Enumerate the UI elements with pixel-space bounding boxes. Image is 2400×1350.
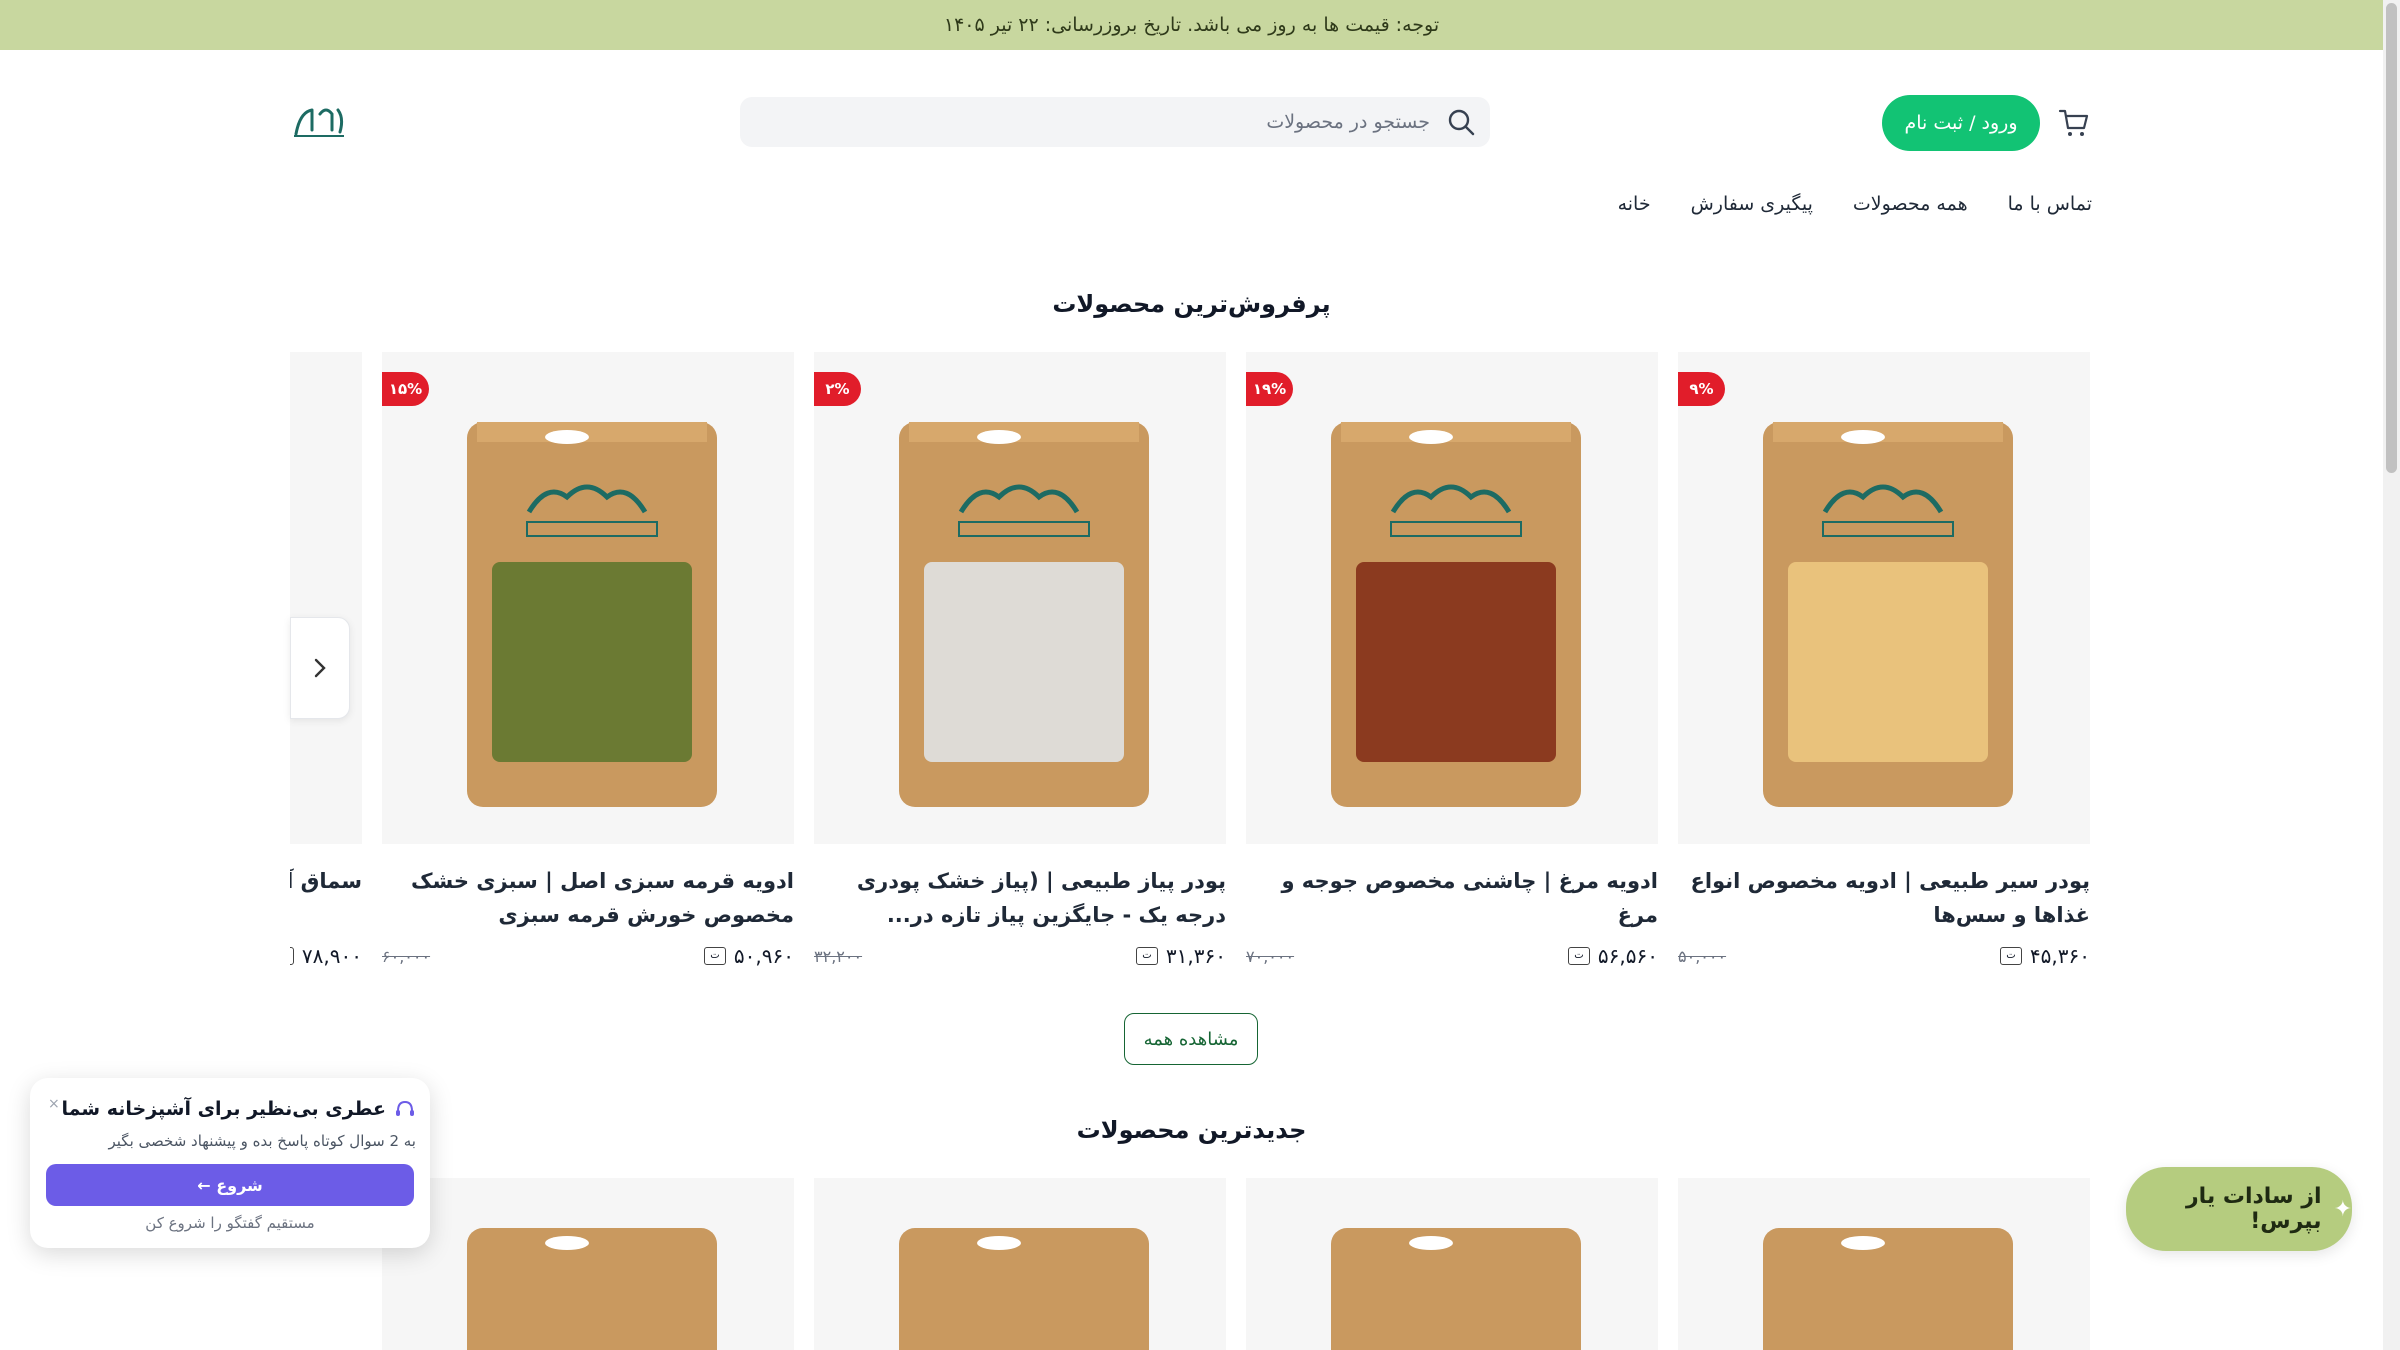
bestsellers-carousel: ۹% پودر سیر طبیعی | ادویه مخصوص انواع غذ…	[290, 352, 2090, 972]
toman-icon: ت	[1135, 947, 1158, 965]
nav-item-all-products[interactable]: همه محصولات	[1853, 193, 1968, 215]
headset-icon	[396, 1100, 414, 1116]
old-price: ۵۰,۰۰۰	[1678, 946, 1727, 966]
product-title[interactable]: ادویه مرغ | چاشنی مخصوص جوجه و مرغ	[1246, 864, 1658, 932]
spice-pouch-image	[467, 422, 717, 807]
sparkle-icon: ✦	[2333, 1196, 2352, 1222]
product-card-onion-powder[interactable]: ۲% پودر پیاز طبیعی | (پیاز خشک پودری درج…	[814, 352, 1226, 968]
search-icon[interactable]	[1446, 107, 1476, 137]
chat-assistant-popup: × عطری بی‌نظیر برای آشپزخانه شما به 2 سو…	[30, 1078, 430, 1248]
login-register-button[interactable]: ورود / ثبت نام	[1882, 95, 2040, 151]
main-nav: خانه پیگیری سفارش همه محصولات تماس با ما	[1618, 193, 2092, 215]
scrollbar-thumb[interactable]	[2386, 3, 2397, 473]
spice-pouch-image	[1763, 422, 2013, 807]
product-card-garlic-powder[interactable]: ۹% پودر سیر طبیعی | ادویه مخصوص انواع غذ…	[1678, 352, 2090, 968]
search-bar[interactable]: جستجو در محصولات	[740, 97, 1490, 147]
cart-icon[interactable]	[2058, 107, 2090, 139]
toman-icon: ت	[1567, 947, 1590, 965]
product-image[interactable]	[290, 352, 362, 844]
toman-icon: ت	[1999, 947, 2022, 965]
nav-item-contact[interactable]: تماس با ما	[2008, 193, 2092, 215]
chat-direct-link[interactable]: مستقیم گفتگو را شروع کن	[30, 1214, 430, 1232]
spice-pouch-image	[1331, 422, 1581, 807]
price-row: ۳۱,۳۶۰ ت ۳۲,۲۰۰	[814, 944, 1226, 968]
spice-pouch-image	[290, 402, 295, 812]
price: ۵۶,۵۶۰ ت	[1567, 944, 1658, 968]
price-value: ۵۰,۹۶۰	[733, 944, 794, 968]
chat-title: عطری بی‌نظیر برای آشپزخانه شما	[61, 1098, 386, 1120]
old-price: ۷۰,۰۰۰	[1246, 946, 1295, 966]
product-image[interactable]: ۲%	[814, 352, 1226, 844]
price: ۷۸,۹۰۰ ت	[290, 944, 362, 968]
product-card-ghormeh-sabzi[interactable]: ۱۵% ادویه قرمه سبزی اصل | سبزی خشک مخصوص…	[382, 352, 794, 968]
announcement-bar: توجه: قیمت ها به روز می باشد. تاریخ بروز…	[0, 0, 2383, 50]
discount-badge: ۱۹%	[1246, 372, 1293, 406]
product-image[interactable]: ۱۹%	[1246, 352, 1658, 844]
old-price: ۳۲,۲۰۰	[814, 946, 863, 966]
new-product-card[interactable]	[1246, 1178, 1658, 1350]
spice-pouch-image	[899, 422, 1149, 807]
product-title[interactable]: سماق آسیاب شده (پودر سماق)	[290, 864, 362, 932]
view-all-button[interactable]: مشاهده همه	[1124, 1013, 1258, 1065]
new-product-card[interactable]	[382, 1178, 794, 1350]
price-row: ۵۰,۹۶۰ ت ۶۰,۰۰۰	[382, 944, 794, 968]
announcement-text: توجه: قیمت ها به روز می باشد. تاریخ بروز…	[943, 14, 1440, 36]
bestsellers-title: پرفروش‌ترین محصولات	[1052, 290, 1331, 318]
price-row: ۷۸,۹۰۰ ت	[290, 944, 362, 968]
price-row: ۵۶,۵۶۰ ت ۷۰,۰۰۰	[1246, 944, 1658, 968]
chevron-right-icon	[314, 658, 326, 678]
spice-pouch-image	[1331, 1228, 1581, 1350]
price: ۵۰,۹۶۰ ت	[703, 944, 794, 968]
old-price: ۶۰,۰۰۰	[382, 946, 431, 966]
nav-item-order-tracking[interactable]: پیگیری سفارش	[1691, 193, 1813, 215]
product-title[interactable]: پودر پیاز طبیعی | (پیاز خشک پودری درجه ی…	[814, 864, 1226, 932]
discount-badge: ۱۵%	[382, 372, 429, 406]
spice-pouch-image	[1763, 1228, 2013, 1350]
product-title[interactable]: ادویه قرمه سبزی اصل | سبزی خشک مخصوص خور…	[382, 864, 794, 932]
price-value: ۷۸,۹۰۰	[301, 944, 362, 968]
new-product-card[interactable]	[1678, 1178, 2090, 1350]
toman-icon: ت	[290, 947, 294, 965]
price-value: ۴۵,۳۶۰	[2029, 944, 2090, 968]
search-input[interactable]: جستجو در محصولات	[1266, 111, 1430, 133]
spice-pouch-image	[467, 1228, 717, 1350]
product-image[interactable]: ۹%	[1678, 352, 2090, 844]
price-value: ۵۶,۵۶۰	[1597, 944, 1658, 968]
price-value: ۳۱,۳۶۰	[1165, 944, 1226, 968]
product-image[interactable]: ۱۵%	[382, 352, 794, 844]
product-card-chicken-spice[interactable]: ۱۹% ادویه مرغ | چاشنی مخصوص جوجه و مرغ ۵…	[1246, 352, 1658, 968]
close-icon[interactable]: ×	[48, 1096, 60, 1112]
nav-item-home[interactable]: خانه	[1618, 193, 1651, 215]
new-product-card[interactable]	[814, 1178, 1226, 1350]
discount-badge: ۲%	[814, 372, 861, 406]
discount-badge: ۹%	[1678, 372, 1725, 406]
page-scrollbar[interactable]	[2383, 0, 2400, 1350]
price-row: ۴۵,۳۶۰ ت ۵۰,۰۰۰	[1678, 944, 2090, 968]
toman-icon: ت	[703, 947, 726, 965]
chat-subtitle: به 2 سوال کوتاه پاسخ بده و پیشنهاد شخصی …	[108, 1132, 416, 1150]
newest-carousel	[290, 1178, 2090, 1350]
price: ۳۱,۳۶۰ ت	[1135, 944, 1226, 968]
price: ۴۵,۳۶۰ ت	[1999, 944, 2090, 968]
ask-assistant-button[interactable]: ✦ از سادات یار بپرس!	[2126, 1167, 2352, 1251]
ask-assistant-label: از سادات یار بپرس!	[2186, 1184, 2322, 1234]
product-title[interactable]: پودر سیر طبیعی | ادویه مخصوص انواع غذاها…	[1678, 864, 2090, 932]
chat-start-button[interactable]: شروع ←	[46, 1164, 414, 1206]
carousel-next-button[interactable]	[290, 617, 350, 719]
spice-pouch-image	[899, 1228, 1149, 1350]
site-header: جستجو در محصولات ورود / ثبت نام	[290, 90, 2090, 154]
sadat-kala-logo-icon[interactable]	[290, 100, 348, 144]
